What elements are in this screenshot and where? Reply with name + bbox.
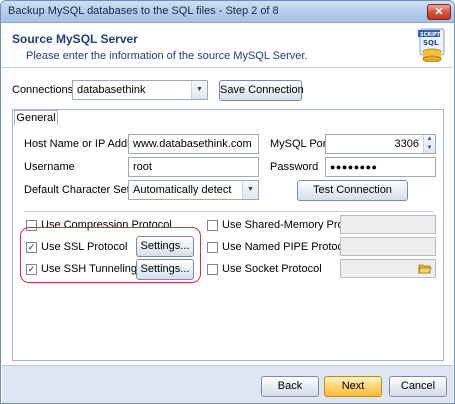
- test-connection-button[interactable]: Test Connection: [297, 180, 408, 201]
- window-title: Backup MySQL databases to the SQL files …: [8, 5, 279, 17]
- title-bar[interactable]: Backup MySQL databases to the SQL files …: [1, 1, 454, 23]
- wizard-footer: Back Next Cancel: [2, 365, 453, 403]
- highlight-annotation: [20, 227, 201, 283]
- port-input[interactable]: 3306 ▲ ▼: [325, 134, 436, 154]
- port-spinner[interactable]: ▲ ▼: [423, 135, 435, 153]
- cancel-button[interactable]: Cancel: [389, 376, 447, 397]
- folder-open-icon[interactable]: [418, 262, 432, 275]
- save-connection-button[interactable]: Save Connection: [219, 80, 304, 101]
- host-input[interactable]: www.databasethink.com: [128, 134, 259, 154]
- charset-value: Automatically detect: [133, 184, 232, 196]
- charset-combo[interactable]: Automatically detect ▼: [128, 180, 259, 200]
- chevron-down-icon[interactable]: ▼: [242, 181, 258, 199]
- wizard-window: Backup MySQL databases to the SQL files …: [0, 0, 455, 404]
- back-button[interactable]: Back: [261, 376, 319, 397]
- socket-input[interactable]: [340, 259, 436, 278]
- username-input[interactable]: root: [128, 157, 259, 177]
- password-label: Password: [270, 161, 319, 173]
- named-pipe-checkbox[interactable]: [207, 242, 218, 253]
- socket-label: Use Socket Protocol: [222, 263, 322, 275]
- connections-value: databasethink: [77, 84, 146, 96]
- socket-checkbox[interactable]: [207, 264, 218, 275]
- charset-label: Default Character Set: [24, 184, 130, 196]
- page-title: Source MySQL Server: [12, 32, 138, 46]
- connections-combo[interactable]: databasethink ▼: [72, 80, 208, 100]
- wizard-header: Source MySQL Server Please enter the inf…: [2, 24, 453, 68]
- wizard-content: Connections databasethink ▼ Save Connect…: [2, 69, 453, 365]
- chevron-down-icon[interactable]: ▼: [191, 81, 207, 99]
- close-button[interactable]: ✕: [427, 4, 451, 20]
- svg-text:SQL: SQL: [423, 39, 439, 47]
- tab-general[interactable]: General: [14, 110, 58, 125]
- script-sql-logo-icon: SCRIPT SQL: [418, 28, 445, 62]
- divider: [24, 211, 434, 212]
- shared-memory-input[interactable]: [340, 215, 436, 234]
- named-pipe-label: Use Named PIPE Protocol: [222, 241, 352, 253]
- named-pipe-input[interactable]: [340, 237, 436, 256]
- port-label: MySQL Port: [270, 138, 330, 150]
- shared-memory-checkbox[interactable]: [207, 220, 218, 231]
- port-value: 3306: [394, 138, 419, 150]
- username-label: Username: [24, 161, 75, 173]
- password-input[interactable]: ●●●●●●●●: [325, 157, 436, 177]
- page-subtitle: Please enter the information of the sour…: [26, 50, 308, 62]
- connections-label: Connections: [12, 84, 74, 96]
- next-button[interactable]: Next: [324, 376, 382, 397]
- svg-text:SCRIPT: SCRIPT: [420, 32, 441, 38]
